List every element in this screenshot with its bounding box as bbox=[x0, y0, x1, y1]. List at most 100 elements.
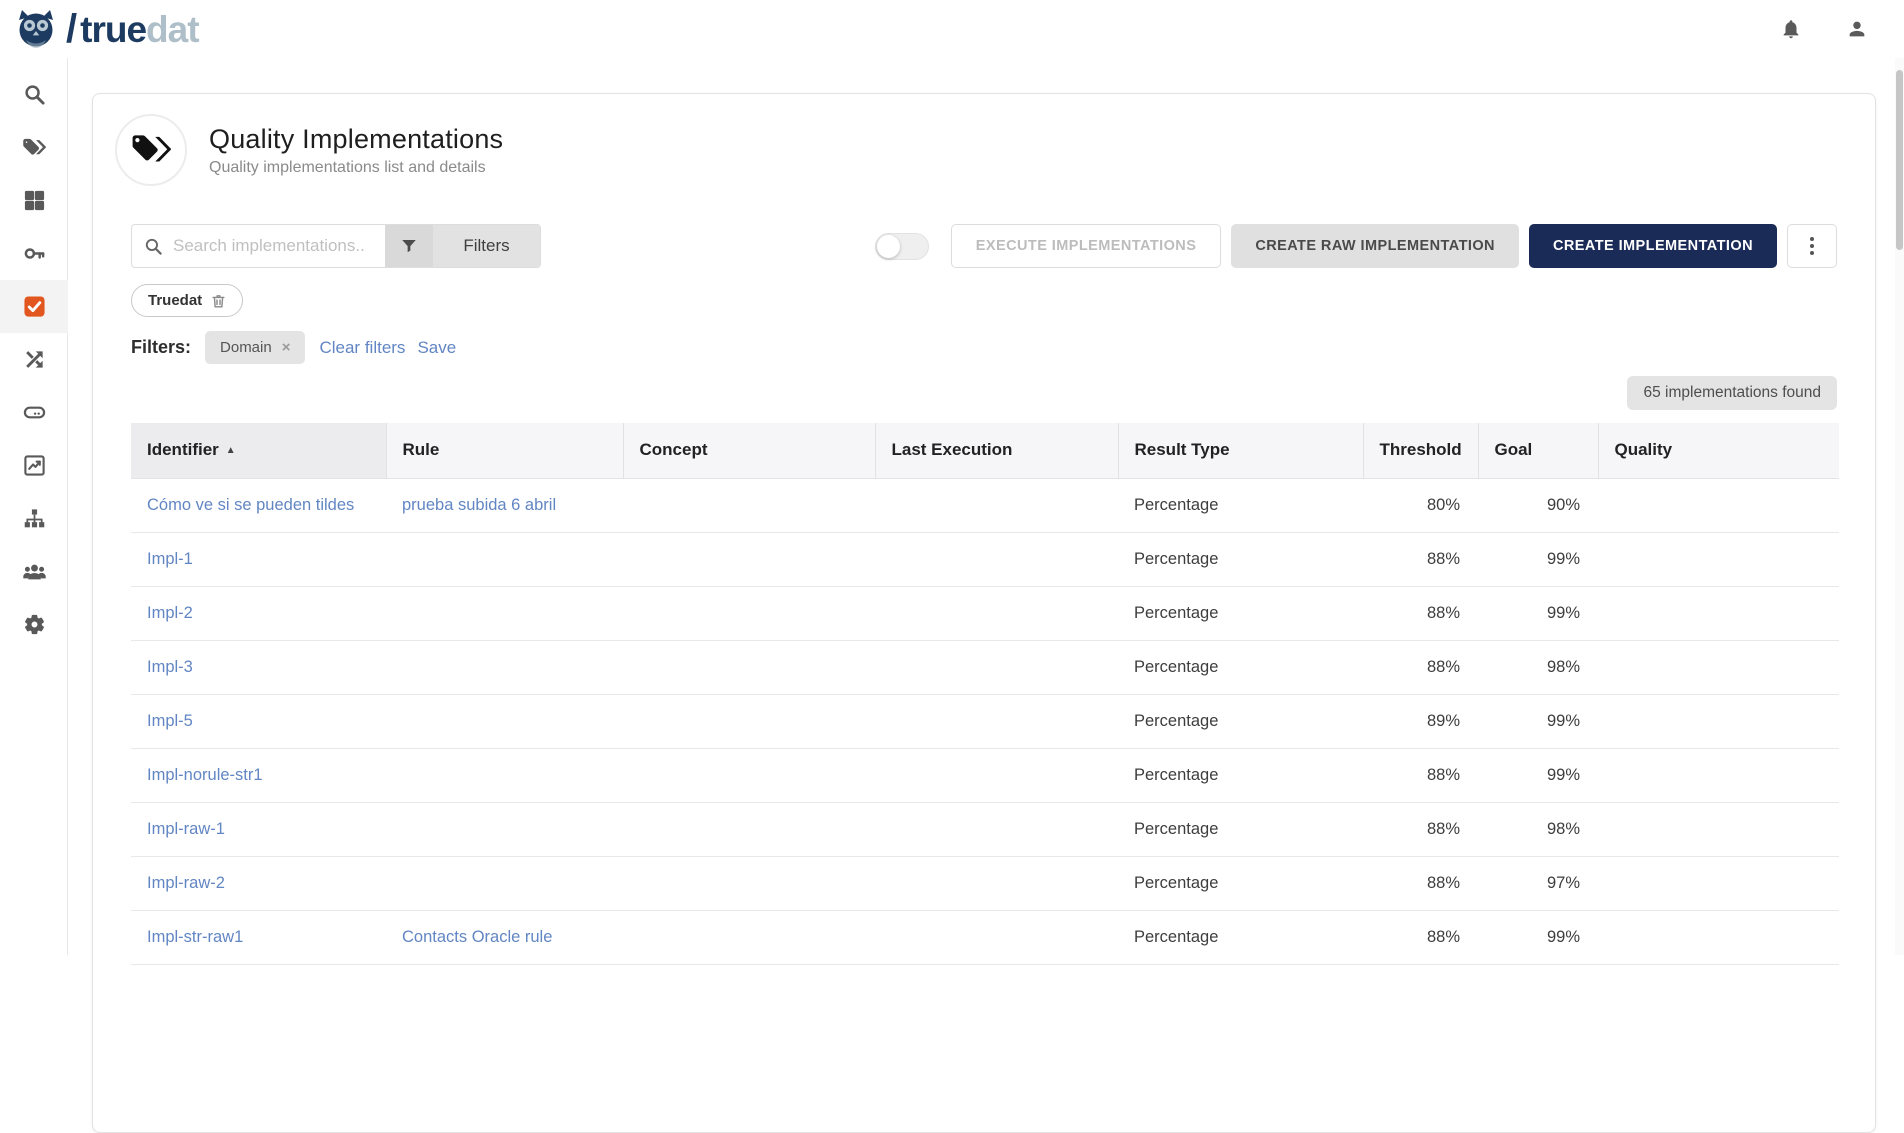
execute-implementations-button[interactable]: EXECUTE IMPLEMENTATIONS bbox=[950, 224, 1222, 268]
check-square-icon bbox=[23, 296, 45, 317]
kebab-dot bbox=[1810, 237, 1814, 241]
search-icon bbox=[145, 238, 162, 255]
server-icon bbox=[23, 406, 45, 419]
sidebar-item-lineage[interactable] bbox=[0, 333, 68, 386]
identifier-link[interactable]: Impl-raw-2 bbox=[147, 874, 225, 892]
cell-quality bbox=[1598, 586, 1839, 641]
search-box bbox=[132, 225, 385, 267]
cell-rule bbox=[386, 532, 623, 587]
column-header-last-execution[interactable]: Last Execution bbox=[875, 423, 1119, 479]
cell-concept bbox=[623, 748, 875, 803]
sitemap-icon bbox=[24, 509, 44, 528]
cell-quality bbox=[1598, 748, 1839, 803]
sidebar-item-search[interactable] bbox=[0, 68, 68, 121]
filters-button[interactable]: Filters bbox=[433, 225, 540, 267]
column-header-quality[interactable]: Quality bbox=[1598, 423, 1839, 479]
toolbar-actions: EXECUTE IMPLEMENTATIONS CREATE RAW IMPLE… bbox=[874, 224, 1837, 268]
funnel-icon bbox=[402, 240, 416, 253]
cell-quality bbox=[1598, 910, 1839, 965]
truedat-logo[interactable]: / truedat bbox=[14, 7, 200, 51]
implementations-table: Identifier ▲ Rule Concept Last Execution … bbox=[131, 423, 1839, 965]
cell-threshold: 88% bbox=[1363, 586, 1478, 641]
filter-chip-label: Domain bbox=[220, 339, 272, 356]
filter-funnel-button[interactable] bbox=[385, 225, 433, 267]
page-title: Quality Implementations bbox=[209, 123, 504, 154]
sidebar-item-tags[interactable] bbox=[0, 121, 68, 174]
cell-result_type: Percentage bbox=[1118, 910, 1363, 965]
remove-filter-icon[interactable]: × bbox=[282, 339, 291, 356]
filters-row: Filters: Domain × Clear filters Save bbox=[131, 331, 1837, 364]
user-account-icon[interactable] bbox=[1846, 18, 1868, 40]
sidebar-item-insights[interactable] bbox=[0, 439, 68, 492]
cell-identifier: Impl-3 bbox=[131, 640, 386, 695]
identifier-link[interactable]: Impl-norule-str1 bbox=[147, 766, 263, 784]
cell-goal: 99% bbox=[1478, 586, 1598, 641]
cell-result_type: Percentage bbox=[1118, 748, 1363, 803]
cell-concept bbox=[623, 478, 875, 533]
tag-badge-icon bbox=[132, 135, 171, 162]
truedat-tag-chip[interactable]: Truedat bbox=[131, 284, 244, 317]
sidebar-item-dashboards[interactable] bbox=[0, 174, 68, 227]
page-scrollbar[interactable] bbox=[1895, 58, 1904, 955]
sidebar-item-settings[interactable] bbox=[0, 598, 68, 651]
identifier-link[interactable]: Impl-1 bbox=[147, 550, 193, 568]
identifier-link[interactable]: Impl-2 bbox=[147, 604, 193, 622]
scrollbar-thumb[interactable] bbox=[1896, 70, 1903, 250]
column-header-concept[interactable]: Concept bbox=[623, 423, 876, 479]
more-options-button[interactable] bbox=[1787, 224, 1837, 268]
sidebar-item-data-sources[interactable] bbox=[0, 386, 68, 439]
cell-last_execution bbox=[875, 640, 1118, 695]
clear-filters-link[interactable]: Clear filters bbox=[319, 338, 405, 358]
cell-concept bbox=[623, 532, 875, 587]
search-input[interactable] bbox=[173, 236, 373, 256]
trash-icon[interactable] bbox=[211, 293, 226, 309]
topbar-actions bbox=[1780, 18, 1876, 40]
cell-threshold: 88% bbox=[1363, 856, 1478, 911]
sidebar-item-structures[interactable] bbox=[0, 492, 68, 545]
cell-concept bbox=[623, 802, 875, 857]
column-header-threshold[interactable]: Threshold bbox=[1363, 423, 1479, 479]
page-subtitle: Quality implementations list and details bbox=[209, 158, 486, 176]
sidebar-item-permissions[interactable] bbox=[0, 227, 68, 280]
column-header-rule[interactable]: Rule bbox=[386, 423, 624, 479]
identifier-link[interactable]: Impl-3 bbox=[147, 658, 193, 676]
table-row: Impl-norule-str1 Percentage 88% 99% bbox=[131, 748, 1839, 803]
identifier-link[interactable]: Impl-str-raw1 bbox=[147, 928, 243, 946]
sidebar-item-quality[interactable] bbox=[0, 280, 68, 333]
sort-asc-icon: ▲ bbox=[225, 445, 236, 457]
cell-identifier: Impl-norule-str1 bbox=[131, 748, 386, 803]
sidebar-item-users[interactable] bbox=[0, 545, 68, 598]
column-header-result-type[interactable]: Result Type bbox=[1118, 423, 1364, 479]
save-filters-link[interactable]: Save bbox=[417, 338, 456, 358]
rule-link[interactable]: prueba subida 6 abril bbox=[402, 496, 556, 514]
domain-filter-chip[interactable]: Domain × bbox=[205, 331, 306, 364]
cell-threshold: 88% bbox=[1363, 640, 1478, 695]
identifier-link[interactable]: Impl-raw-1 bbox=[147, 820, 225, 838]
cell-threshold: 89% bbox=[1363, 694, 1478, 749]
execute-toggle[interactable] bbox=[874, 232, 929, 260]
cell-last_execution bbox=[875, 532, 1118, 587]
kebab-dot bbox=[1810, 244, 1814, 248]
cell-identifier: Impl-5 bbox=[131, 694, 386, 749]
table-row: Cómo ve si se pueden tildes prueba subida… bbox=[131, 478, 1839, 533]
cell-quality bbox=[1598, 640, 1839, 695]
column-header-identifier[interactable]: Identifier ▲ bbox=[131, 423, 387, 479]
cell-result_type: Percentage bbox=[1118, 856, 1363, 911]
results-badge-row: 65 implementations found bbox=[131, 376, 1837, 410]
column-header-goal[interactable]: Goal bbox=[1478, 423, 1599, 479]
toolbar: Filters EXECUTE IMPLEMENTATIONS CREATE R… bbox=[131, 224, 1837, 268]
create-raw-implementation-button[interactable]: CREATE RAW IMPLEMENTATION bbox=[1231, 224, 1519, 268]
search-group: Filters bbox=[131, 224, 541, 268]
cell-threshold: 80% bbox=[1363, 478, 1478, 533]
rule-link[interactable]: Contacts Oracle rule bbox=[402, 928, 552, 946]
create-implementation-button[interactable]: CREATE IMPLEMENTATION bbox=[1528, 224, 1777, 268]
notifications-bell-icon[interactable] bbox=[1780, 18, 1802, 40]
cell-identifier: Impl-1 bbox=[131, 532, 386, 587]
identifier-link[interactable]: Impl-5 bbox=[147, 712, 193, 730]
cell-identifier: Cómo ve si se pueden tildes bbox=[131, 478, 386, 533]
cell-rule bbox=[386, 856, 623, 911]
table-row: Impl-raw-1 Percentage 88% 98% bbox=[131, 802, 1839, 857]
cell-concept bbox=[623, 694, 875, 749]
cell-quality bbox=[1598, 802, 1839, 857]
identifier-link[interactable]: Cómo ve si se pueden tildes bbox=[147, 496, 354, 514]
